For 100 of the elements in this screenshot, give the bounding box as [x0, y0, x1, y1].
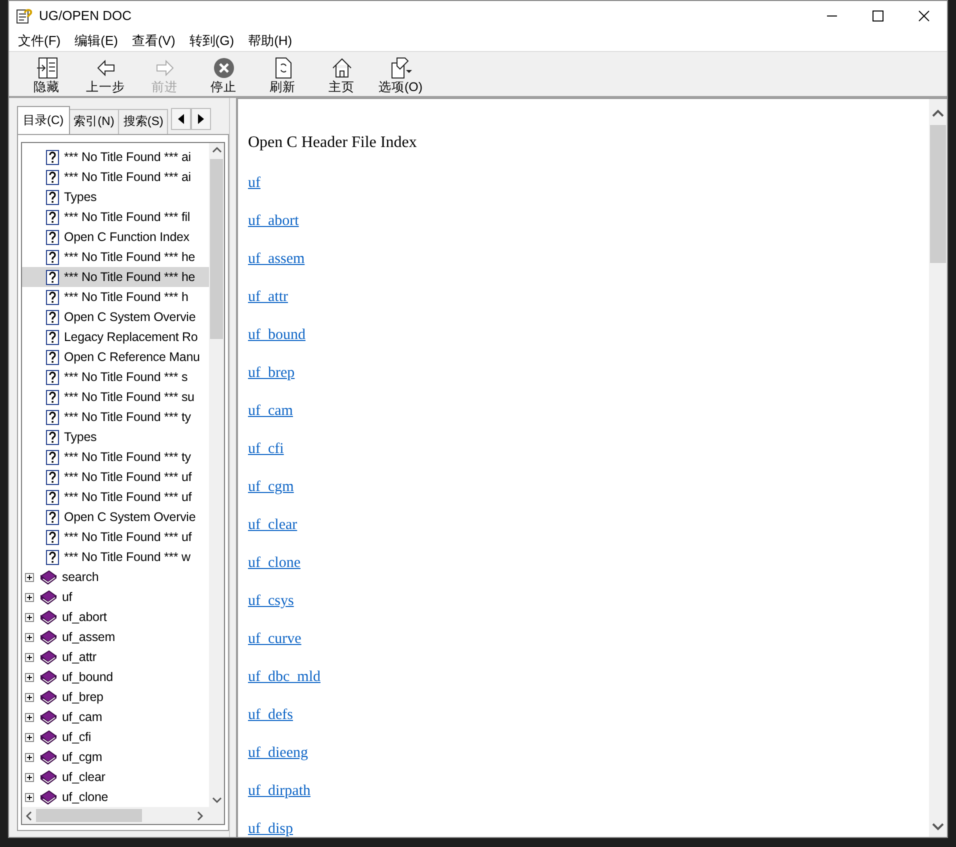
tree-item[interactable]: uf_cam [22, 707, 209, 727]
toolbar-button[interactable]: 上一步 [76, 54, 135, 95]
tree-item[interactable]: uf_brep [22, 687, 209, 707]
link[interactable]: uf_curve [248, 629, 302, 649]
link[interactable]: uf_defs [248, 705, 293, 725]
tree-item[interactable]: *** No Title Found *** ai [22, 167, 209, 187]
tree-item[interactable]: uf_bound [22, 667, 209, 687]
help-page-icon [46, 310, 59, 324]
toolbar-button[interactable]: 主页 [312, 54, 371, 95]
tree-item[interactable]: uf_abort [22, 607, 209, 627]
tree-item[interactable]: uf [22, 587, 209, 607]
tree-item[interactable]: Open C Reference Manu [22, 347, 209, 367]
help-page-icon [46, 170, 59, 184]
menu-item[interactable]: 文件(F) [11, 31, 68, 51]
expand-icon[interactable] [25, 652, 34, 662]
tree-item[interactable]: Open C System Overvie [22, 507, 209, 527]
expand-icon[interactable] [25, 792, 34, 802]
tree-item[interactable]: *** No Title Found *** uf [22, 527, 209, 547]
link[interactable]: uf_cam [248, 401, 293, 421]
tree-item[interactable]: *** No Title Found *** he [22, 247, 209, 267]
tree-item[interactable]: *** No Title Found *** su [22, 387, 209, 407]
tree-item[interactable]: Open C System Overvie [22, 307, 209, 327]
link[interactable]: uf_clone [248, 553, 300, 573]
link[interactable]: uf_brep [248, 363, 295, 383]
tree-item-label: uf_abort [61, 608, 108, 626]
toolbar-button[interactable]: 选项(O) [371, 54, 430, 95]
tree-item[interactable]: *** No Title Found *** w [22, 547, 209, 567]
tree-item[interactable]: Types [22, 427, 209, 447]
link[interactable]: uf_attr [248, 287, 288, 307]
tree-item[interactable]: *** No Title Found *** ai [22, 147, 209, 167]
tree-item-label: *** No Title Found *** fil [63, 208, 192, 226]
link[interactable]: uf_dbc_mld [248, 667, 320, 687]
help-page-icon [46, 450, 59, 464]
tree-item-label: *** No Title Found *** ty [63, 448, 192, 466]
tab[interactable]: 搜索(S) [118, 109, 168, 134]
expand-icon[interactable] [25, 632, 34, 642]
expand-icon[interactable] [25, 592, 34, 602]
help-page-icon [46, 190, 59, 204]
tree-item[interactable]: uf_clone [22, 787, 209, 807]
link[interactable]: uf_clear [248, 515, 298, 535]
link[interactable]: uf_csys [248, 591, 294, 611]
menu-item[interactable]: 编辑(E) [68, 31, 125, 51]
tree-item[interactable]: *** No Title Found *** fil [22, 207, 209, 227]
link[interactable]: uf_cfi [248, 439, 284, 459]
expand-icon[interactable] [25, 712, 34, 722]
scrollbar-thumb[interactable] [930, 125, 946, 263]
scrollbar-thumb[interactable] [36, 809, 142, 822]
expand-icon[interactable] [25, 692, 34, 702]
link[interactable]: uf_bound [248, 325, 306, 345]
tree-item[interactable]: *** No Title Found *** uf [22, 467, 209, 487]
link[interactable]: uf_disp [248, 819, 293, 837]
expand-icon[interactable] [25, 732, 34, 742]
tree-item[interactable]: uf_cgm [22, 747, 209, 767]
expand-icon[interactable] [25, 672, 34, 682]
link[interactable]: uf_abort [248, 211, 299, 231]
scroll-right-button[interactable] [191, 108, 212, 130]
tree-item[interactable]: *** No Title Found *** s [22, 367, 209, 387]
expand-icon[interactable] [25, 752, 34, 762]
horizontal-scrollbar[interactable] [22, 807, 224, 824]
tab[interactable]: 目录(C) [17, 106, 70, 134]
tree-item[interactable]: *** No Title Found *** uf [22, 487, 209, 507]
toolbar-button[interactable]: 停止 [194, 54, 253, 95]
tree-item[interactable]: *** No Title Found *** ty [22, 407, 209, 427]
tree-item[interactable]: Legacy Replacement Ro [22, 327, 209, 347]
tree-item[interactable]: uf_attr [22, 647, 209, 667]
tree-item[interactable]: uf_clear [22, 767, 209, 787]
tree-item[interactable]: Open C Function Index [22, 227, 209, 247]
tree-item[interactable]: uf_cfi [22, 727, 209, 747]
scrollbar[interactable] [209, 143, 224, 807]
toolbar-button[interactable]: 刷新 [253, 54, 312, 95]
toolbar-button[interactable]: 隐藏 [17, 54, 76, 95]
scroll-left-button[interactable] [171, 108, 192, 130]
tree-item[interactable]: *** No Title Found *** he [22, 267, 209, 287]
link[interactable]: uf_cgm [248, 477, 294, 497]
link[interactable]: uf_assem [248, 249, 305, 269]
tree-item-label: *** No Title Found *** uf [63, 528, 193, 546]
tree-item-label: Legacy Replacement Ro [63, 328, 199, 346]
tree-item-label: uf_clear [61, 768, 106, 786]
expand-icon[interactable] [25, 572, 34, 582]
help-page-icon [46, 390, 59, 404]
expand-icon[interactable] [25, 772, 34, 782]
scrollbar-thumb[interactable] [210, 159, 223, 339]
scrollbar[interactable] [929, 99, 947, 837]
tree-item[interactable]: Types [22, 187, 209, 207]
help-page-icon [46, 550, 59, 564]
tree-item[interactable]: search [22, 567, 209, 587]
link[interactable]: uf_dieeng [248, 743, 308, 763]
menu-item[interactable]: 查看(V) [124, 31, 182, 51]
link[interactable]: uf [248, 173, 260, 193]
expand-icon[interactable] [25, 612, 34, 622]
book-icon [40, 770, 57, 784]
link[interactable]: uf_dirpath [248, 781, 310, 801]
help-page-icon [46, 210, 59, 224]
help-page-icon [46, 530, 59, 544]
tree-item-label: uf_brep [61, 688, 104, 706]
tree-item[interactable]: uf_assem [22, 627, 209, 647]
tree-item[interactable]: *** No Title Found *** h [22, 287, 209, 307]
menu-item[interactable]: 帮助(H) [241, 31, 300, 51]
menu-item[interactable]: 转到(G) [182, 31, 242, 51]
tree-item[interactable]: *** No Title Found *** ty [22, 447, 209, 467]
